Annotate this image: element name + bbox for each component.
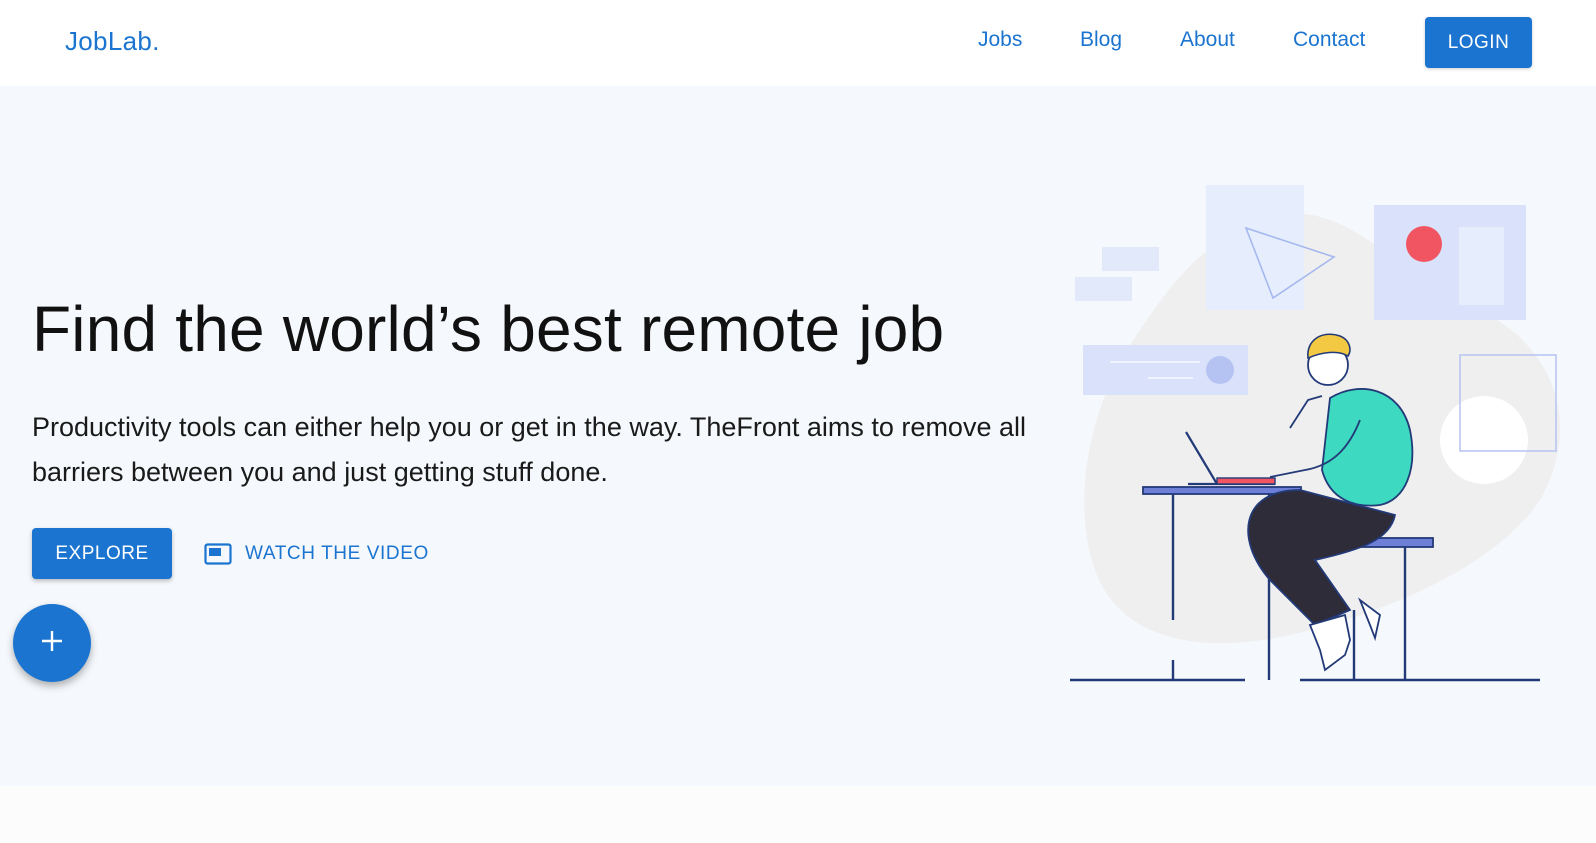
top-navbar: JobLab. Jobs Blog About Contact LOGIN [0, 0, 1596, 86]
add-fab-button[interactable] [13, 604, 91, 682]
login-button[interactable]: LOGIN [1425, 17, 1532, 68]
watch-video-button[interactable]: WATCH THE VIDEO [204, 538, 429, 570]
watch-video-label: WATCH THE VIDEO [245, 543, 429, 564]
hero-illustration [1060, 170, 1580, 690]
nav-link-blog[interactable]: Blog [1080, 28, 1122, 52]
logo-link[interactable]: JobLab. [65, 26, 160, 57]
explore-button[interactable]: EXPLORE [32, 528, 172, 579]
hero-title: Find the world’s best remote job [32, 293, 945, 365]
hero-subtitle: Productivity tools can either help you o… [32, 412, 1026, 487]
nav-link-contact[interactable]: Contact [1293, 28, 1365, 52]
nav-link-about[interactable]: About [1180, 28, 1235, 52]
plus-icon [40, 629, 64, 658]
video-icon [204, 542, 232, 566]
nav-link-jobs[interactable]: Jobs [978, 28, 1022, 52]
